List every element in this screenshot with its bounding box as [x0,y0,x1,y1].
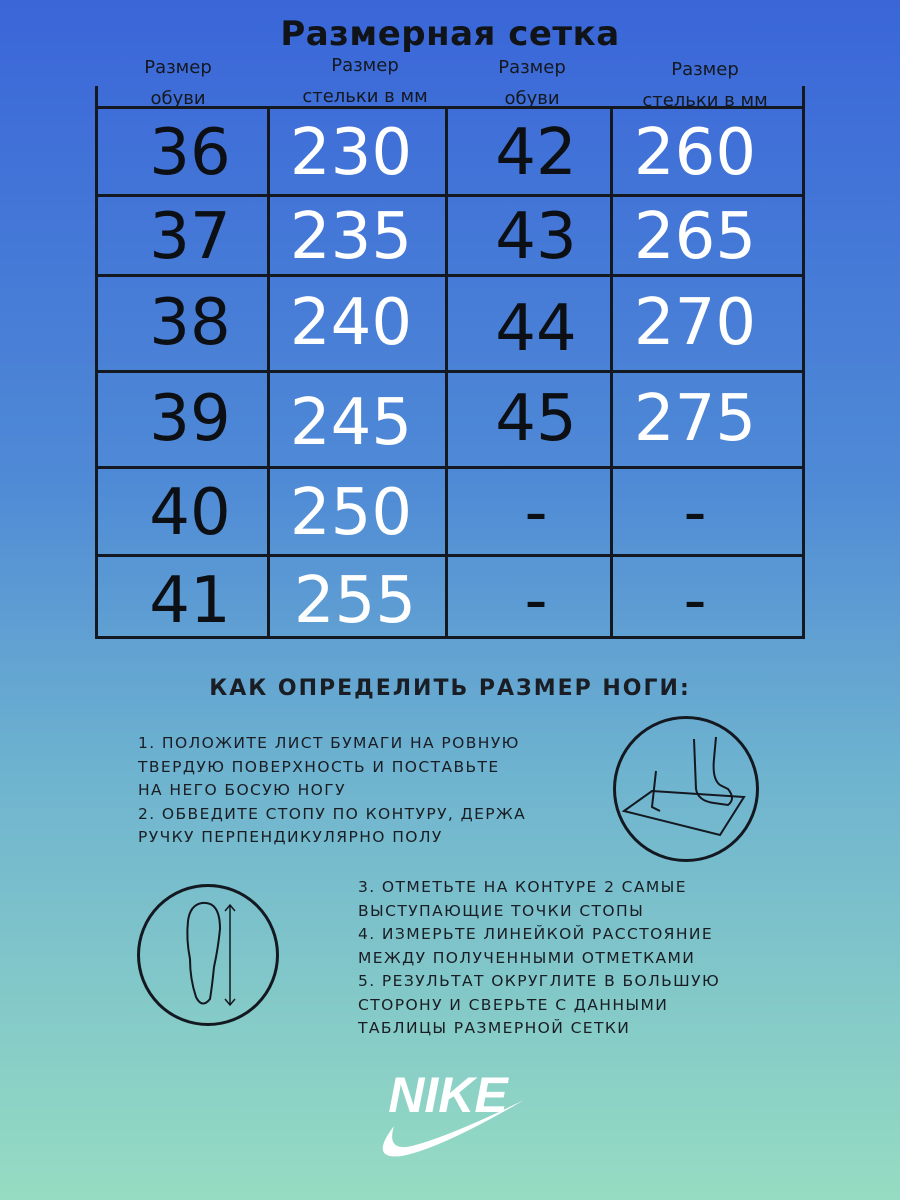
insole-length-cell: 245 [289,386,413,460]
shoe-size-cell: - [524,476,548,550]
insole-length-cell: 260 [633,116,757,190]
table-rule [95,194,805,197]
insole-length-cell: - [683,476,707,550]
page-title: Размерная сетка [280,14,620,54]
header-tick-right [802,86,805,108]
shoe-size-cell: 37 [149,200,231,274]
header-shoe-size-b: Размер обуви [498,57,566,109]
insole-length-cell: 235 [289,200,413,274]
table-rule [95,370,805,373]
insole-length-cell: - [683,564,707,638]
insole-length-cell: 230 [289,116,413,190]
insole-length-cell: 265 [633,200,757,274]
insole-length-cell: 255 [293,564,417,638]
insole-length-cell: 275 [633,382,757,456]
foot-on-paper-icon [613,716,759,862]
shoe-size-cell: 45 [495,382,577,456]
table-rule [95,554,805,557]
shoe-size-cell: 38 [149,286,231,360]
shoe-size-cell: 40 [149,476,231,550]
shoe-size-cell: 36 [149,116,231,190]
shoe-size-cell: - [524,564,548,638]
header-insole-length-a: Размер стельки в мм [302,55,428,107]
insole-length-cell: 250 [289,476,413,550]
logo-wordmark: NIKE [388,1067,509,1123]
table-rule [95,106,805,109]
header-shoe-size-a: Размер обуви [144,57,212,109]
table-rule [267,106,270,639]
shoe-size-cell: 39 [149,382,231,456]
table-rule [95,466,805,469]
table-rule [802,106,805,639]
insole-length-cell: 240 [289,286,413,360]
nike-logo: NIKE [372,1064,528,1168]
insole-length-cell: 270 [633,286,757,360]
howto-steps-1-2: 1. положите лист бумаги на ровную тверду… [138,734,527,846]
header-tick-left [95,86,98,108]
shoe-size-cell: 42 [495,116,577,190]
table-rule [445,106,448,639]
shoe-size-cell: 43 [495,200,577,274]
howto-title: КАК ОПРЕДЕЛИТЬ РАЗМЕР НОГИ: [209,676,691,701]
howto-steps-3-5: 3. отметьте на контуре 2 самые выступающ… [358,878,721,1037]
table-rule [95,274,805,277]
footprint-measure-icon [137,884,279,1026]
table-rule [95,106,98,639]
shoe-size-cell: 41 [149,564,231,638]
shoe-size-cell: 44 [495,292,577,366]
